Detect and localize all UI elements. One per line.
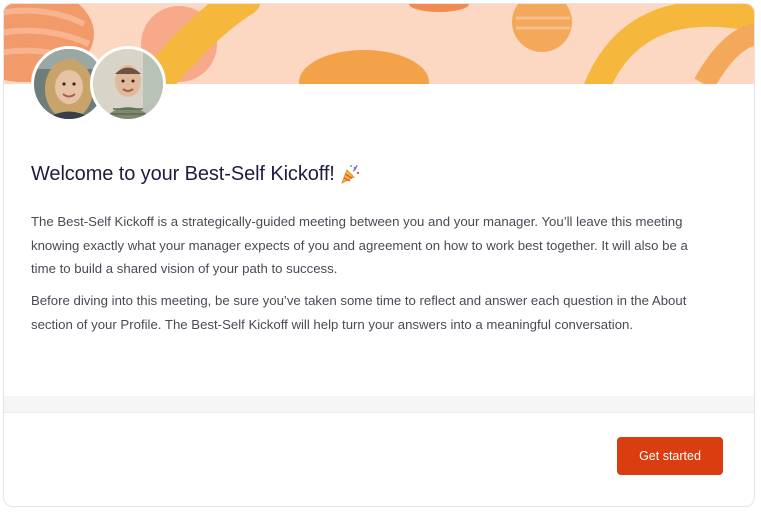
party-popper-icon [339,163,361,185]
avatar-manager [90,46,166,122]
intro-paragraph: The Best-Self Kickoff is a strategically… [31,214,688,276]
preparation-paragraph: Before diving into this meeting, be sure… [31,293,687,332]
kickoff-card: Welcome to your Best-Self Kickoff! The B… [3,3,755,507]
page-title: Welcome to your Best-Self Kickoff! [31,162,335,185]
avatar-manager-photo [93,49,163,119]
get-started-button[interactable]: Get started [617,437,723,475]
title-row: Welcome to your Best-Self Kickoff! [31,159,361,189]
section-divider [4,396,754,413]
